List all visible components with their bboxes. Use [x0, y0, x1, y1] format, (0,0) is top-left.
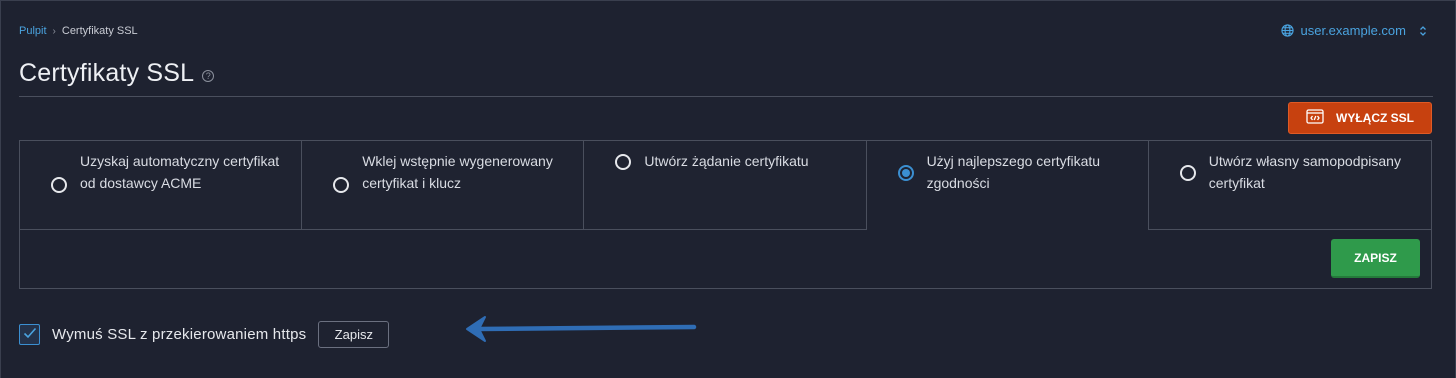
divider [19, 96, 1433, 97]
page-title: Certyfikaty SSL [19, 59, 195, 87]
tab-acme[interactable]: Uzyskaj automatyczny certyfikat od dosta… [20, 141, 303, 230]
breadcrumb: Pulpit › Certyfikaty SSL [19, 25, 138, 37]
tab-label: Użyj najlepszego certyfikatu zgodności [926, 153, 1101, 191]
chevron-up-down-icon [1419, 25, 1427, 37]
radio-button[interactable] [333, 177, 350, 193]
tab-label: Utwórz żądanie certyfikatu [644, 153, 809, 169]
help-icon[interactable]: ? [202, 69, 215, 82]
checkmark-icon [23, 326, 37, 344]
breadcrumb-current: Certyfikaty SSL [61, 25, 138, 37]
save-button[interactable]: ZAPISZ [1331, 239, 1420, 278]
save-https-button[interactable]: Zapisz [318, 321, 390, 348]
tab-paste-certificate[interactable]: Wklej wstępnie wygenerowany certyfikat i… [302, 141, 585, 230]
tab-self-signed[interactable]: Utwórz własny samopodpisany certyfikat [1148, 141, 1431, 230]
breadcrumb-home-link[interactable]: Pulpit [19, 25, 47, 37]
force-https-row: Wymuś SSL z przekierowaniem https Zapisz [19, 321, 390, 348]
tab-certificate-request[interactable]: Utwórz żądanie certyfikatu [584, 141, 867, 230]
ssl-page: Pulpit › Certyfikaty SSL user.example.co… [0, 0, 1456, 378]
radio-button[interactable] [1179, 165, 1196, 181]
tab-label: Uzyskaj automatyczny certyfikat od dosta… [80, 153, 280, 191]
domain-select[interactable]: user.example.com [1280, 23, 1428, 38]
page-header: Certyfikaty SSL ? [19, 59, 215, 88]
radio-button[interactable] [51, 177, 67, 193]
tab-best-match[interactable]: Użyj najlepszego certyfikatu zgodności [866, 141, 1149, 230]
certificate-method-tabs: Uzyskaj automatyczny certyfikat od dosta… [20, 141, 1431, 230]
tab-label: Utwórz własny samopodpisany certyfikat [1208, 153, 1401, 191]
disable-ssl-label: WYŁĄCZ SSL [1336, 111, 1414, 125]
disable-ssl-button[interactable]: WYŁĄCZ SSL [1288, 102, 1432, 134]
radio-button[interactable] [615, 154, 632, 170]
arrow-left-icon [437, 313, 697, 354]
radio-button-selected[interactable] [897, 165, 914, 181]
chevron-right-icon: › [52, 25, 56, 37]
globe-icon [1280, 24, 1294, 37]
certificate-icon [1306, 109, 1324, 127]
force-https-checkbox[interactable] [19, 324, 40, 345]
certificate-options-panel: Uzyskaj automatyczny certyfikat od dosta… [19, 140, 1432, 289]
force-https-label: Wymuś SSL z przekierowaniem https [52, 326, 307, 343]
tab-label: Wklej wstępnie wygenerowany certyfikat i… [362, 153, 553, 191]
domain-value: user.example.com [1300, 23, 1407, 38]
